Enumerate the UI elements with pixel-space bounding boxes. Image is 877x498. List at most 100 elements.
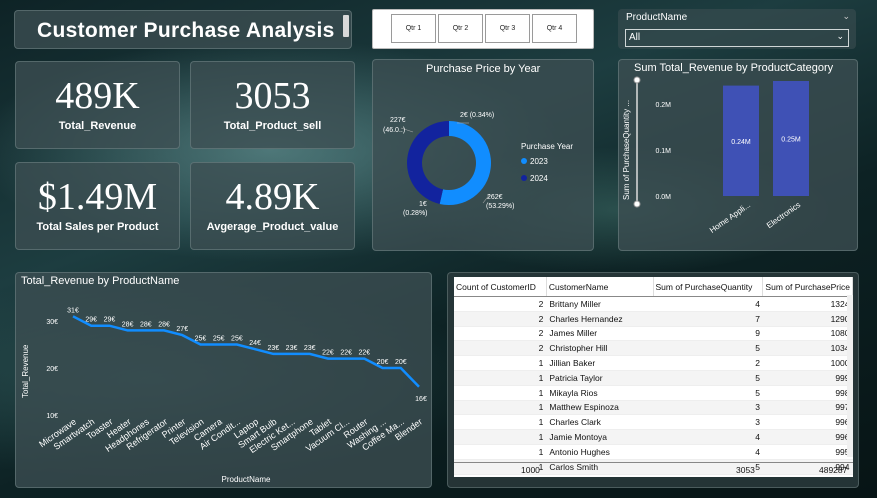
cell-quantity: 5 [653,370,763,386]
legend-marker-2023 [521,158,527,164]
cell-count: 2 [454,296,547,312]
cell-count: 2 [454,326,547,342]
donut-data-label: (46.0..) [383,127,405,134]
line-data-label: 20€ [395,359,407,366]
cell-quantity: 4 [653,444,763,460]
product-line-chart: Total_Revenue 10€ 20€ 30€ ProductName 31… [21,307,427,484]
cell-customer-name: Brittany Miller [546,296,654,312]
legend-marker-2024 [521,175,527,181]
donut-data-label: 262€ [487,194,503,201]
cell-count: 1 [454,444,547,460]
quarter-button-q1[interactable]: Qtr 1 [391,14,436,43]
customer-table-panel: Count of CustomerID CustomerName Sum of … [447,272,859,488]
cell-price: 998 [762,385,853,401]
cell-quantity: 4 [653,429,763,445]
line-data-label: 20€ [377,359,389,366]
customer-table: Count of CustomerID CustomerName Sum of … [454,277,853,477]
table-row[interactable]: 2 Christopher Hill 5 1034 [454,340,853,357]
cell-price: 1080 [762,326,853,342]
axis-range-handle-bottom[interactable] [633,200,641,208]
table-row[interactable]: 2 Brittany Miller 4 1324 [454,296,853,312]
cell-quantity: 3 [653,400,763,416]
column-header-label: Sum of PurchasePrice [765,281,850,292]
quarter-button-q2[interactable]: Qtr 2 [438,14,483,43]
total-price: 489287 [819,465,848,475]
cell-customer-name: Patricia Taylor [546,370,654,386]
cell-price: 1324 [762,296,853,312]
table-row[interactable]: 1 Jillian Baker 2 1000 [454,355,853,371]
product-line-chart-panel: Total_Revenue by ProductName Total_Reven… [15,272,432,488]
bar-data-label: 0.24M [731,139,751,146]
line-y-tick: 10€ [46,413,58,420]
cell-price: 995 [762,444,853,460]
table-row[interactable]: 2 Charles Hernandez 7 1290 [454,311,853,327]
report-title-box: Customer Purchase Analysis [14,10,352,49]
line-y-tick: 30€ [46,319,58,326]
table-row[interactable]: 1 Antonio Hughes 4 995 [454,444,853,460]
kpi-value: $1.49M [37,176,158,218]
kpi-card-total-sales-per-product: $1.49M Total Sales per Product [15,162,180,250]
line-data-label: 31€ [67,307,79,314]
cell-customer-name: Charles Clark [546,414,654,431]
bar-y-tick: 0.1M [655,148,671,155]
bar-data-label: 0.25M [781,137,801,144]
donut-legend-2023[interactable]: 2023 [530,157,548,166]
cell-quantity: 7 [653,311,763,327]
cell-count: 2 [454,311,547,327]
table-row[interactable]: 1 Mikayla Rios 5 998 [454,385,853,401]
slicer-title: ProductName [626,12,688,23]
quarter-button-q4[interactable]: Qtr 4 [532,14,577,43]
cell-quantity: 9 [653,326,763,342]
table-totals-row: 1000 3053 489287 [454,462,853,477]
table-row[interactable]: 2 James Miller 9 1080 [454,326,853,342]
quarter-slicer: Qtr 1 Qtr 2 Qtr 3 Qtr 4 [372,9,594,49]
cell-count: 1 [454,414,547,431]
column-header-customer-name[interactable]: CustomerName [546,277,654,297]
donut-chart: 2€ (0.34%) 262€ (53.29%) 1€ (0.28%) 227€… [383,112,573,217]
line-data-label: 23€ [267,345,279,352]
axis-range-handle-top[interactable] [633,76,641,84]
line-y-tick: 20€ [46,366,58,373]
collapse-chevron-icon[interactable]: ⌄ [842,11,850,22]
cell-count: 1 [454,429,547,445]
line-data-label: 25€ [213,336,225,343]
cell-quantity: 2 [653,355,763,371]
table-row[interactable]: 1 Matthew Espinoza 3 997 [454,400,853,416]
cell-count: 1 [454,400,547,416]
cell-price: 1034 [762,340,853,357]
cell-price: 1000 [762,355,853,371]
column-header-count-customer[interactable]: Count of CustomerID [454,277,547,297]
donut-data-label: 227€ [390,117,406,124]
kpi-value: 3053 [234,75,311,117]
line-data-label: 22€ [340,350,352,357]
table-row[interactable]: 1 Patricia Taylor 5 999 [454,370,853,386]
column-header-purchase-quantity[interactable]: Sum of PurchaseQuantity [653,277,764,297]
product-name-dropdown[interactable]: All ⌄ [625,29,849,47]
cell-customer-name: Antonio Hughes [546,444,654,460]
kpi-card-average-product-value: 4.89K Avgerage_Product_value [190,162,355,250]
line-data-label: 28€ [158,321,170,328]
donut-data-label: 2€ (0.34%) [460,112,494,119]
kpi-label: Avgerage_Product_value [206,221,339,233]
column-header-purchase-price[interactable]: Sum of PurchasePrice [762,277,853,297]
quarter-button-q3[interactable]: Qtr 3 [485,14,530,43]
donut-legend-title: Purchase Year [521,142,573,151]
kpi-label: Total Sales per Product [36,221,159,233]
donut-legend-2024[interactable]: 2024 [530,174,548,183]
line-data-label: 28€ [122,321,134,328]
category-bar-chart-panel: Sum Total_Revenue by ProductCategory Sum… [618,59,858,251]
table-scrollbar[interactable] [847,295,853,457]
line-data-label: 24€ [249,340,261,347]
cell-price: 999 [762,370,853,386]
cell-customer-name: Jillian Baker [546,355,654,371]
line-data-label: 28€ [140,321,152,328]
line-data-label: 22€ [359,350,371,357]
kpi-card-total-revenue: 489K Total_Revenue [15,61,180,149]
cell-customer-name: Matthew Espinoza [546,400,654,416]
line-data-label: 29€ [104,317,116,324]
cell-customer-name: Christopher Hill [546,340,654,357]
table-row[interactable]: 1 Jamie Montoya 4 996 [454,429,853,445]
title-scrollbar[interactable] [343,15,349,37]
line-data-label: 29€ [85,317,97,324]
table-row[interactable]: 1 Charles Clark 3 996 [454,414,853,431]
